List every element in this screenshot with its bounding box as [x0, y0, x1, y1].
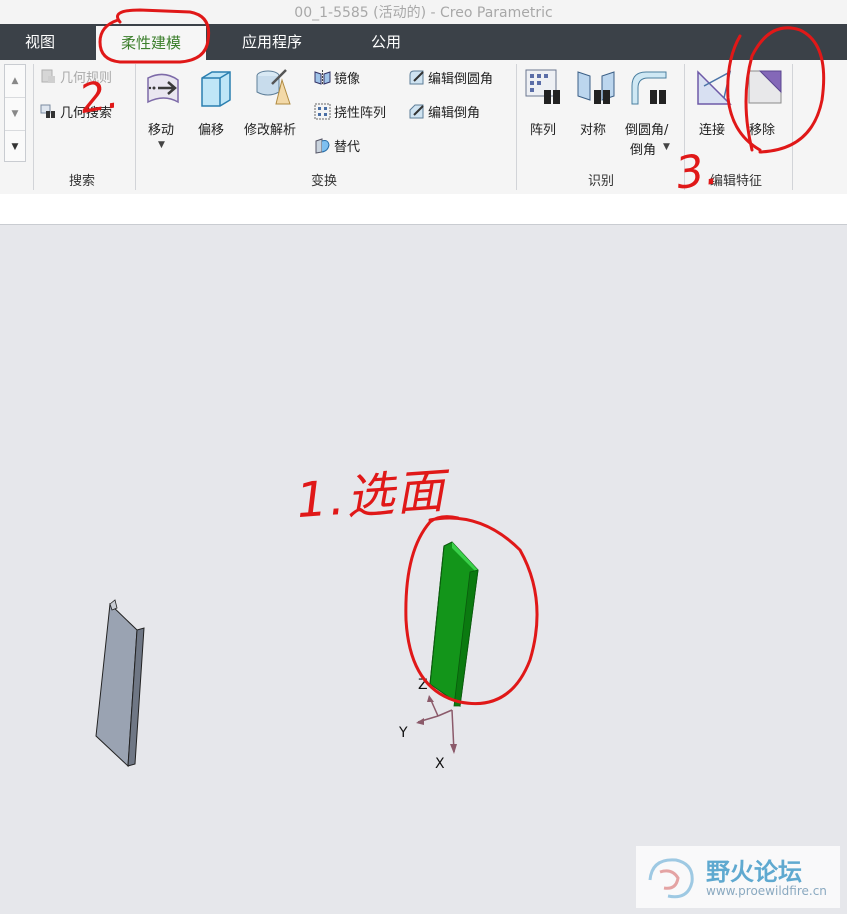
watermark-title: 野火论坛: [706, 858, 802, 886]
watermark: 野火论坛 www.proewildfire.cn: [636, 846, 840, 908]
watermark-logo-icon: [648, 858, 694, 899]
annotation-mark-2: 2.: [76, 71, 122, 123]
annotation-mark-3: 3.: [672, 143, 722, 200]
watermark-url: www.proewildfire.cn: [706, 884, 827, 898]
annotation-select-face: 1.选面: [294, 462, 448, 530]
